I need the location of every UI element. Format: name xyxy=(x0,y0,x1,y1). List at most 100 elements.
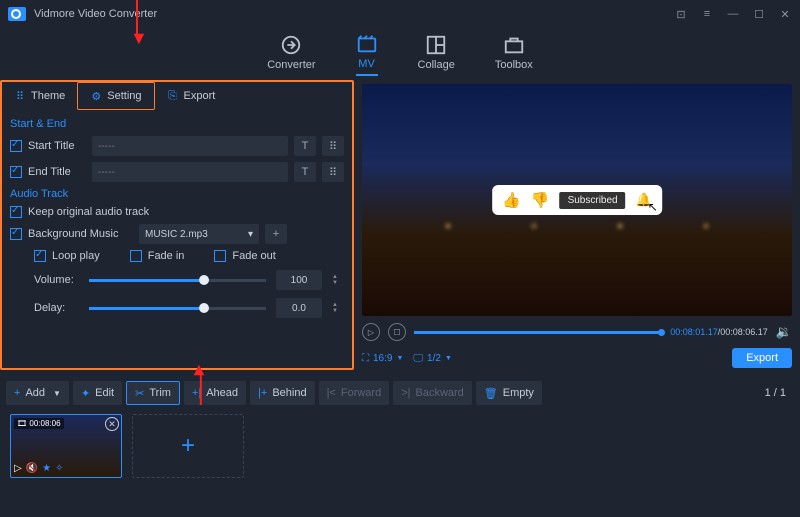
delay-label: Delay: xyxy=(34,302,79,314)
nav-converter[interactable]: Converter xyxy=(267,34,315,75)
section-audio-track: Audio Track xyxy=(10,188,344,200)
fadeout-label: Fade out xyxy=(232,250,275,262)
titlebar: Vidmore Video Converter ⊡ ≡ — ☐ ✕ xyxy=(0,0,800,28)
stop-button[interactable]: ☐ xyxy=(388,323,406,341)
subscribed-badge: Subscribed xyxy=(560,192,626,209)
delay-spinner[interactable]: ▲▼ xyxy=(332,298,344,318)
add-music-button[interactable]: + xyxy=(265,224,287,244)
theme-icon: ⠿ xyxy=(14,90,26,102)
start-title-font-button[interactable]: T xyxy=(294,136,316,156)
nav-toolbox[interactable]: Toolbox xyxy=(495,34,533,75)
fadein-label: Fade in xyxy=(148,250,185,262)
like-icon: 👍 xyxy=(502,191,521,209)
chevron-down-icon: ▼ xyxy=(396,355,403,362)
bg-music-label: Background Music xyxy=(28,228,133,240)
preview-area: 👍 👍 Subscribed 🔔↖ xyxy=(362,84,792,316)
time-display: 00:08:01.17/00:08:06.17 xyxy=(670,327,768,337)
volume-label: Volume: xyxy=(34,274,79,286)
play-button[interactable]: ▷ xyxy=(362,323,380,341)
keep-original-label: Keep original audio track xyxy=(28,206,149,218)
volume-value[interactable]: 100 xyxy=(276,270,322,290)
nav-mv[interactable]: MV xyxy=(356,33,378,76)
loop-checkbox[interactable] xyxy=(34,250,46,262)
fadeout-checkbox[interactable] xyxy=(214,250,226,262)
end-title-checkbox[interactable] xyxy=(10,166,22,178)
start-title-checkbox[interactable] xyxy=(10,140,22,152)
star-icon[interactable]: ★ xyxy=(42,463,51,474)
tab-theme[interactable]: ⠿ Theme xyxy=(2,82,77,110)
clip-strip: 🎞 00:08:06 ✕ ▷ 🔇 ★ ✧ + xyxy=(0,408,800,478)
volume-slider[interactable] xyxy=(89,279,266,282)
bg-music-checkbox[interactable] xyxy=(10,228,22,240)
minimize-icon[interactable]: — xyxy=(726,8,740,21)
top-nav: Converter MV Collage Toolbox xyxy=(0,28,800,80)
wand-icon: ✦ xyxy=(81,387,90,400)
add-clip-button[interactable]: + xyxy=(132,414,244,478)
keep-original-checkbox[interactable] xyxy=(10,206,22,218)
maximize-icon[interactable]: ☐ xyxy=(752,8,766,21)
bell-icon: 🔔↖ xyxy=(636,192,652,208)
tab-export[interactable]: ⎘ Export xyxy=(155,82,228,110)
chevron-down-icon: ▾ xyxy=(248,229,253,240)
cursor-icon: ↖ xyxy=(648,200,658,214)
dislike-icon: 👍 xyxy=(531,191,550,209)
end-title-font-button[interactable]: T xyxy=(294,162,316,182)
backward-button[interactable]: >|Backward xyxy=(393,381,472,405)
scissors-icon: ✂ xyxy=(135,387,144,400)
plus-icon: + xyxy=(14,387,20,399)
behind-button[interactable]: |+Behind xyxy=(250,381,315,405)
end-title-effect-button[interactable]: ⠿ xyxy=(322,162,344,182)
behind-icon: |+ xyxy=(258,387,267,399)
end-title-label: End Title xyxy=(28,166,86,178)
add-button[interactable]: +Add ▼ xyxy=(6,381,69,405)
empty-button[interactable]: 🗑Empty xyxy=(476,381,542,405)
app-logo-icon xyxy=(8,7,26,21)
aspect-icon: ⛶ xyxy=(362,353,369,364)
fadein-checkbox[interactable] xyxy=(130,250,142,262)
tab-setting[interactable]: ⚙ Setting xyxy=(77,82,154,110)
collage-icon xyxy=(425,34,447,56)
end-title-input[interactable] xyxy=(92,162,288,182)
backward-icon: >| xyxy=(401,387,410,399)
sparkle-icon[interactable]: ✧ xyxy=(55,463,63,474)
screen-icon: 🖵 xyxy=(413,353,423,364)
ahead-button[interactable]: +|Ahead xyxy=(184,381,246,405)
section-start-end: Start & End xyxy=(10,118,344,130)
close-icon[interactable]: ✕ xyxy=(778,8,792,21)
export-button[interactable]: Export xyxy=(732,348,792,368)
edit-button[interactable]: ✦Edit xyxy=(73,381,122,405)
toolbox-icon xyxy=(503,34,525,56)
progress-bar[interactable] xyxy=(414,331,662,334)
start-title-effect-button[interactable]: ⠿ xyxy=(322,136,344,156)
start-title-input[interactable] xyxy=(92,136,288,156)
setting-icon: ⚙ xyxy=(90,90,102,102)
trim-button[interactable]: ✂Trim xyxy=(126,381,180,405)
clip-remove-button[interactable]: ✕ xyxy=(105,417,119,431)
bg-music-select[interactable]: MUSIC 2.mp3 ▾ xyxy=(139,224,259,244)
forward-icon: |< xyxy=(327,387,336,399)
menu-icon[interactable]: ≡ xyxy=(700,8,714,21)
youtube-overlay: 👍 👍 Subscribed 🔔↖ xyxy=(492,185,662,215)
settings-panel: ⠿ Theme ⚙ Setting ⎘ Export Start & End S… xyxy=(0,80,354,370)
clip-toolbar: +Add ▼ ✦Edit ✂Trim +|Ahead |+Behind |<Fo… xyxy=(0,378,800,408)
converter-icon xyxy=(280,34,302,56)
loop-label: Loop play xyxy=(52,250,100,262)
app-title: Vidmore Video Converter xyxy=(34,8,157,20)
clip-duration: 🎞 00:08:06 xyxy=(14,418,64,429)
feedback-icon[interactable]: ⊡ xyxy=(674,8,688,21)
zoom-select[interactable]: 🖵 1/2 ▼ xyxy=(413,353,451,364)
nav-collage[interactable]: Collage xyxy=(418,34,455,75)
delay-slider[interactable] xyxy=(89,307,266,310)
volume-spinner[interactable]: ▲▼ xyxy=(332,270,344,290)
aspect-select[interactable]: ⛶ 16:9 ▼ xyxy=(362,353,403,364)
delay-value[interactable]: 0.0 xyxy=(276,298,322,318)
ahead-icon: +| xyxy=(192,387,201,399)
export-icon: ⎘ xyxy=(167,90,179,102)
forward-button[interactable]: |<Forward xyxy=(319,381,390,405)
start-title-label: Start Title xyxy=(28,140,86,152)
mute-icon[interactable]: 🔇 xyxy=(26,463,38,474)
volume-icon[interactable]: 🔉 xyxy=(776,324,792,340)
clip-thumbnail[interactable]: 🎞 00:08:06 ✕ ▷ 🔇 ★ ✧ xyxy=(10,414,122,478)
play-icon[interactable]: ▷ xyxy=(14,463,22,474)
trash-icon: 🗑 xyxy=(484,387,498,400)
